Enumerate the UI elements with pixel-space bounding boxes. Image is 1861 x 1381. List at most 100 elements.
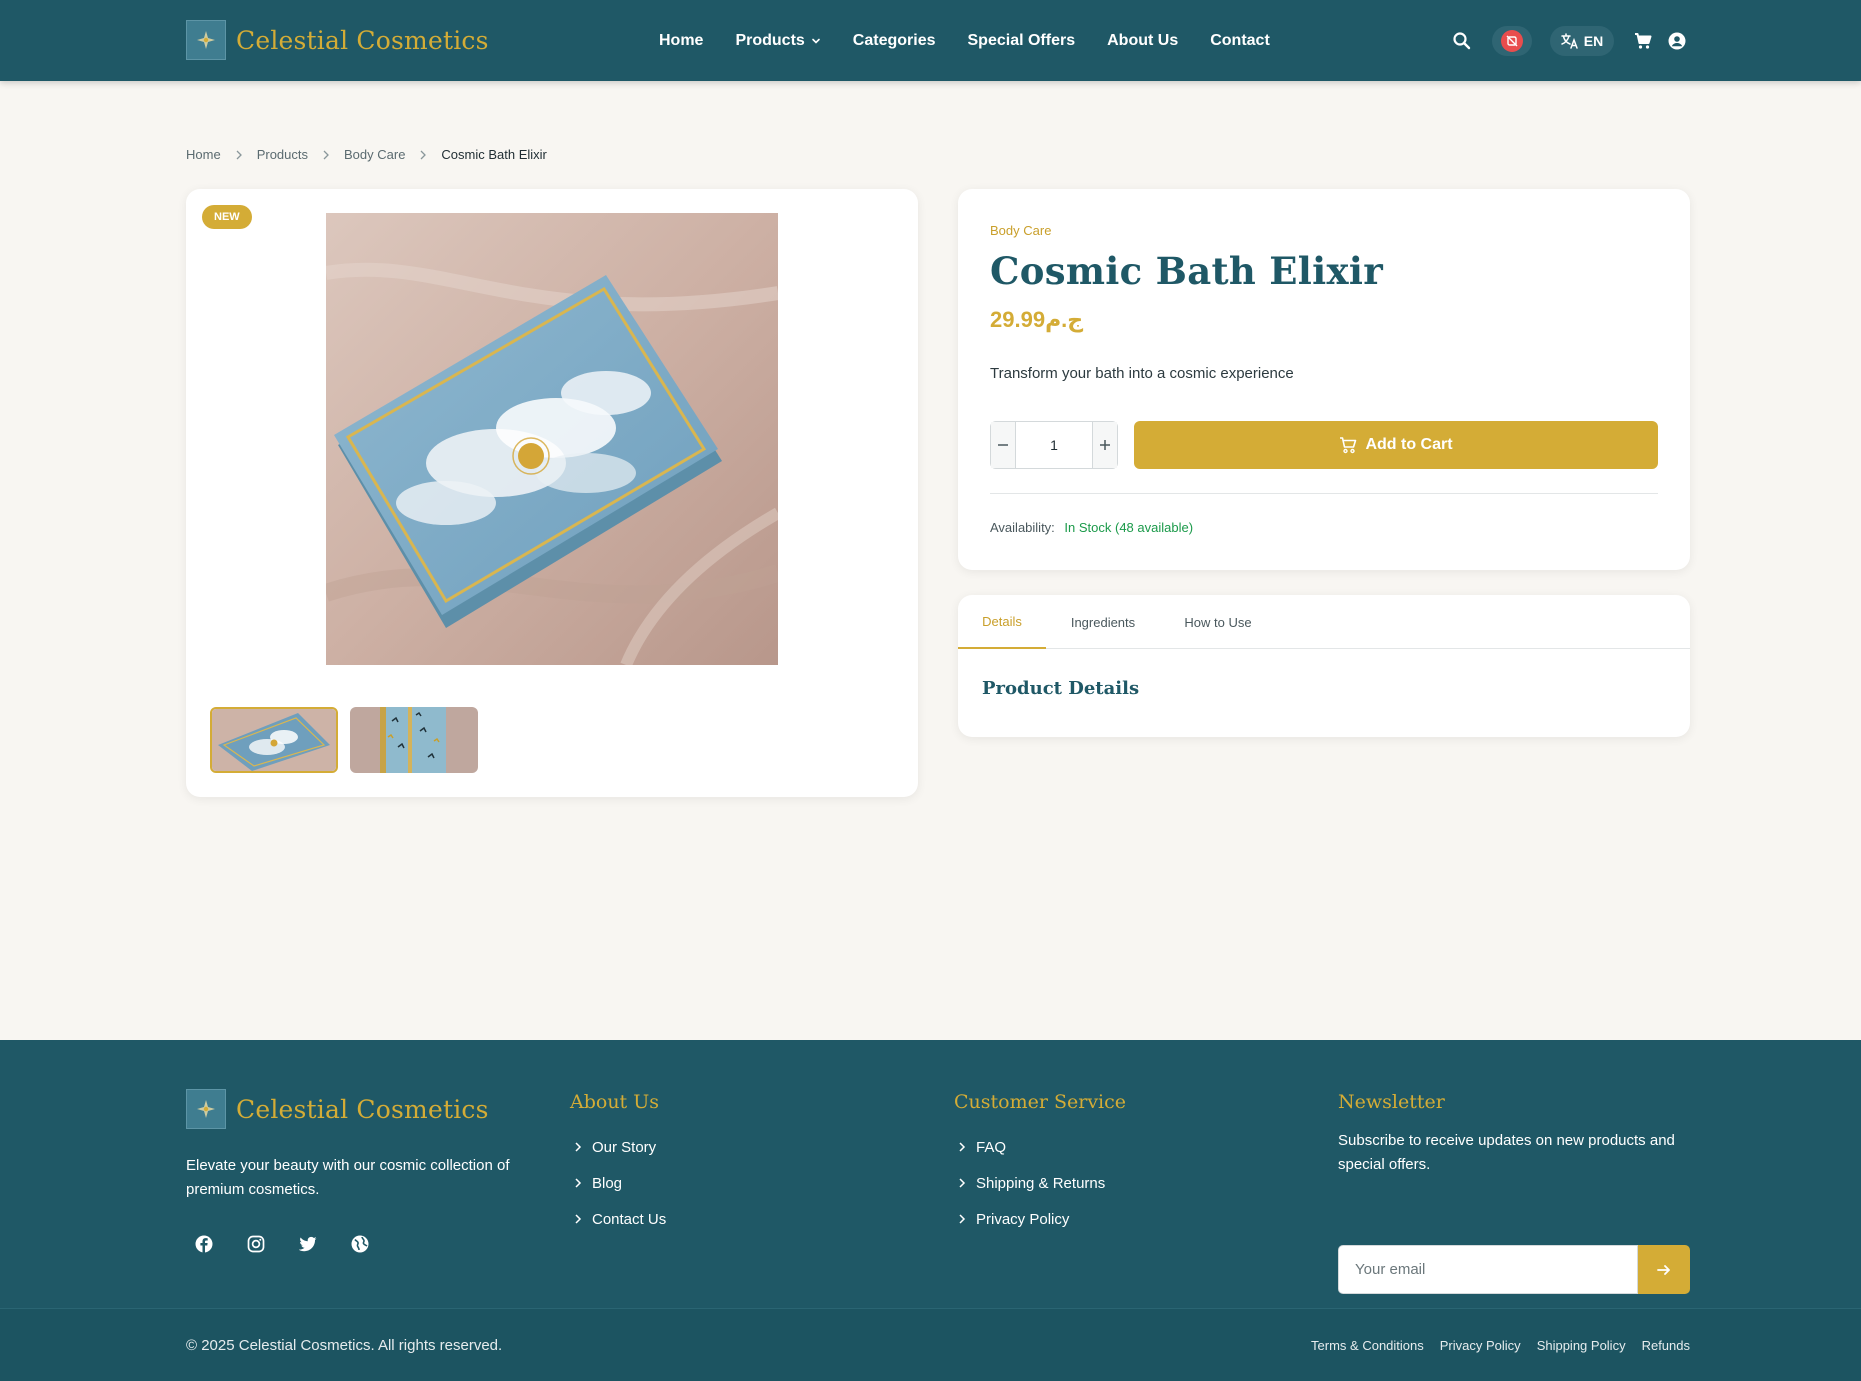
footer-link-label: Our Story (592, 1138, 657, 1156)
minus-icon (998, 444, 1008, 446)
footer-brand-name: Celestial Cosmetics (236, 1094, 489, 1124)
legal-link-terms[interactable]: Terms & Conditions (1311, 1338, 1424, 1353)
globe-icon[interactable] (346, 1230, 374, 1258)
chevron-down-icon (811, 38, 820, 44)
add-to-cart-button[interactable]: Add to Cart (1134, 421, 1658, 469)
quantity-decrease-button[interactable] (991, 422, 1015, 468)
footer-bottom-bar: © 2025 Celestial Cosmetics. All rights r… (0, 1308, 1861, 1381)
header-tools: EN (1452, 0, 1686, 81)
availability: Availability: In Stock (48 available) (990, 520, 1193, 535)
footer-tagline: Elevate your beauty with our cosmic coll… (186, 1157, 510, 1198)
footer-newsletter-column: Newsletter Subscribe to receive updates … (1338, 1091, 1690, 1294)
footer-link-label: Blog (592, 1174, 623, 1192)
footer-link-label: Shipping & Returns (976, 1174, 1106, 1192)
logo-mark-icon (186, 1089, 226, 1129)
tab-bar: Details Ingredients How to Use (958, 595, 1690, 649)
footer-about-column: About Us Our Story Blog Contact Us (570, 1091, 666, 1237)
add-to-cart-label: Add to Cart (1365, 436, 1453, 453)
footer-link-label: FAQ (976, 1138, 1007, 1156)
logo-mark-icon (186, 20, 226, 60)
nav-special-offers[interactable]: Special Offers (968, 32, 1076, 50)
site-footer: Celestial Cosmetics Elevate your beauty … (0, 1040, 1861, 1381)
tab-panel-heading: Product Details (982, 678, 1140, 699)
tab-how-to-use[interactable]: How to Use (1160, 595, 1276, 649)
footer-link-our-story[interactable]: Our Story (570, 1129, 666, 1165)
footer-link-blog[interactable]: Blog (570, 1165, 666, 1201)
chevron-right-icon (322, 150, 330, 160)
account-icon[interactable] (1668, 32, 1686, 50)
quantity-increase-button[interactable] (1093, 422, 1117, 468)
brand-name: Celestial Cosmetics (236, 25, 489, 55)
footer-service-title: Customer Service (954, 1091, 1127, 1113)
twitter-icon[interactable] (294, 1230, 322, 1258)
tab-details[interactable]: Details (958, 595, 1046, 649)
product-info: Body Care Cosmic Bath Elixir 29.99ج.م Tr… (958, 189, 1690, 570)
footer-logo[interactable]: Celestial Cosmetics (186, 1089, 489, 1129)
language-switcher[interactable]: EN (1550, 25, 1614, 56)
footer-about-title: About Us (570, 1091, 659, 1113)
breadcrumb-products[interactable]: Products (257, 147, 308, 162)
tab-ingredients[interactable]: Ingredients (1046, 595, 1160, 649)
legal-link-refunds[interactable]: Refunds (1642, 1338, 1690, 1353)
newsletter-submit-button[interactable] (1638, 1245, 1690, 1294)
nav-home[interactable]: Home (659, 32, 703, 50)
new-badge: NEW (202, 205, 252, 229)
product-category[interactable]: Body Care (990, 223, 1051, 238)
main-nav: Home Products Categories Special Offers … (659, 0, 1302, 81)
footer-link-privacy-policy[interactable]: Privacy Policy (954, 1201, 1126, 1237)
nav-categories[interactable]: Categories (853, 32, 936, 50)
breadcrumb-body-care[interactable]: Body Care (344, 147, 405, 162)
quantity-stepper (990, 421, 1118, 469)
thumbnail-2[interactable] (350, 707, 478, 773)
newsletter-description: Subscribe to receive updates on new prod… (1338, 1132, 1675, 1173)
site-logo[interactable]: Celestial Cosmetics (186, 20, 489, 60)
nav-products[interactable]: Products (735, 32, 820, 50)
legal-link-shipping[interactable]: Shipping Policy (1537, 1338, 1626, 1353)
footer-newsletter-title: Newsletter (1338, 1091, 1445, 1113)
copyright: © 2025 Celestial Cosmetics. All rights r… (186, 1337, 503, 1354)
chevron-right-icon (235, 150, 243, 160)
search-icon[interactable] (1452, 31, 1472, 51)
footer-link-label: Contact Us (592, 1210, 667, 1228)
chevron-right-icon (959, 1214, 966, 1224)
legal-links: Terms & Conditions Privacy Policy Shippi… (1295, 1338, 1690, 1353)
chevron-right-icon (959, 1178, 966, 1188)
product-gallery: NEW (186, 189, 918, 797)
notifications-off-icon (1501, 29, 1523, 52)
translate-icon (1561, 32, 1578, 49)
stock-status: In Stock (48 available) (1064, 520, 1194, 535)
footer-link-faq[interactable]: FAQ (954, 1129, 1126, 1165)
newsletter-email-input[interactable] (1338, 1245, 1638, 1294)
footer-link-contact-us[interactable]: Contact Us (570, 1201, 666, 1237)
divider (990, 493, 1658, 494)
chevron-right-icon (959, 1142, 966, 1152)
product-main-image[interactable] (326, 213, 778, 665)
chevron-right-icon (575, 1214, 582, 1224)
site-header: Celestial Cosmetics Home Products Catego… (0, 0, 1861, 81)
facebook-icon[interactable] (190, 1230, 218, 1258)
chevron-right-icon (575, 1178, 582, 1188)
breadcrumb-home[interactable]: Home (186, 147, 221, 162)
nav-contact[interactable]: Contact (1210, 32, 1270, 50)
footer-service-column: Customer Service FAQ Shipping & Returns … (954, 1091, 1126, 1237)
product-description: Transform your bath into a cosmic experi… (990, 365, 1294, 382)
nav-about-us[interactable]: About Us (1107, 32, 1178, 50)
plus-icon (1100, 440, 1110, 450)
arrow-right-icon (1657, 1264, 1670, 1275)
chevron-right-icon (419, 150, 427, 160)
product-title: Cosmic Bath Elixir (990, 249, 1384, 293)
chevron-right-icon (575, 1142, 582, 1152)
social-links (190, 1230, 398, 1258)
cart-icon (1340, 437, 1357, 454)
instagram-icon[interactable] (242, 1230, 270, 1258)
notifications-toggle[interactable] (1492, 25, 1532, 56)
quantity-input[interactable] (1015, 422, 1093, 468)
footer-link-label: Privacy Policy (976, 1210, 1070, 1228)
language-code: EN (1583, 32, 1604, 49)
breadcrumb: Home Products Body Care Cosmic Bath Elix… (186, 147, 547, 162)
legal-link-privacy[interactable]: Privacy Policy (1440, 1338, 1521, 1353)
product-tabs: Details Ingredients How to Use Product D… (958, 595, 1690, 737)
footer-link-shipping-returns[interactable]: Shipping & Returns (954, 1165, 1126, 1201)
cart-icon[interactable] (1634, 32, 1652, 50)
thumbnail-1[interactable] (210, 707, 338, 773)
